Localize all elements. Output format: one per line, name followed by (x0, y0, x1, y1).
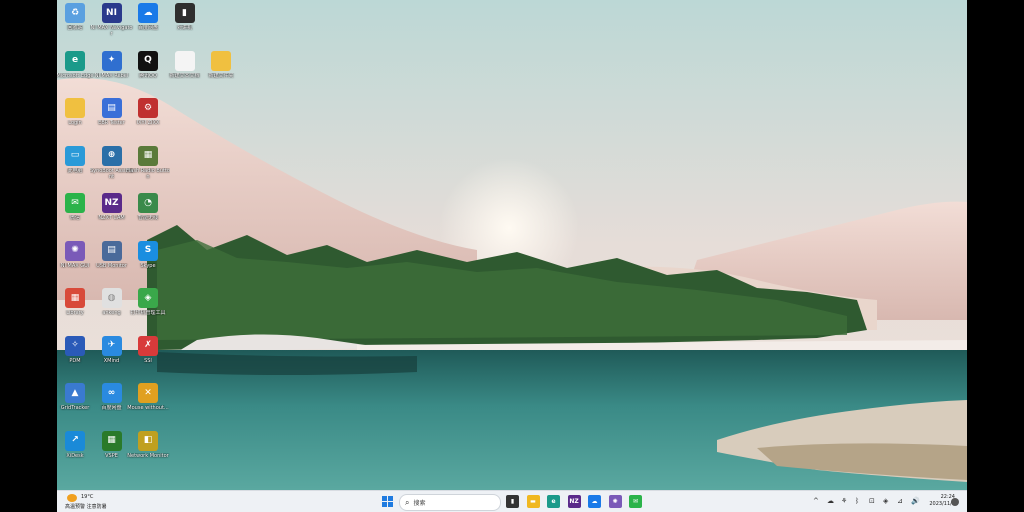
desktop-icons: ♻ 回收站 NI NI MAX Navigator ☁ 百度网盘 ▮ 对讲机 e Microsof… (57, 0, 967, 488)
app-icon: S (138, 240, 158, 261)
app-icon: ▭ (65, 145, 85, 166)
app-icon: ✗ (138, 335, 158, 356)
app-icon: ▲ (65, 383, 85, 403)
desktop-icon[interactable]: ⚙ IXYI ZIXX (128, 98, 168, 144)
app-icon: ♻ (65, 3, 85, 23)
wechat-icon[interactable]: ✉ (629, 495, 642, 508)
app-icon: ∞ (101, 383, 122, 403)
clock-time: 22:24 (940, 494, 955, 500)
security-icon[interactable]: ◈ (883, 497, 888, 506)
file-explorer-icon[interactable]: ▬ (526, 495, 540, 508)
desktop-icon[interactable]: ◧ Network Monitor (127, 430, 169, 477)
app-icon: NI (101, 3, 122, 23)
app-icon (65, 98, 85, 118)
desktop-icon-label: Skype (140, 262, 156, 269)
app-icon: ↗ (65, 430, 85, 451)
app-icon: ▦ (65, 288, 85, 308)
network-icon[interactable]: ⊿ (897, 497, 903, 506)
search-placeholder: 搜索 (413, 500, 426, 507)
desktop-icon[interactable]: 新建文件夹 (201, 50, 241, 97)
app-icon: ✈ (101, 335, 122, 356)
taskbar-clock[interactable]: 22:24 2023/11/9 (915, 494, 955, 508)
desktop-icon[interactable]: S Skype (128, 240, 168, 287)
app-icon: ⊕ (101, 145, 122, 166)
weather-widget[interactable]: 19°C 高温预警 注意防暑 (63, 493, 143, 511)
desktop-icon[interactable]: ✗ SSI (128, 335, 168, 382)
desktop-icon-label: 对讲机 (176, 25, 192, 31)
nzxt-icon[interactable]: NZ (567, 495, 581, 508)
app-icon: ◈ (138, 288, 158, 308)
app-icon: ◔ (138, 193, 158, 213)
notification-icon[interactable] (951, 498, 959, 506)
desktop-screen: ♻ 回收站 NI NI MAX Navigator ☁ 百度网盘 ▮ 对讲机 e Microsof… (57, 0, 967, 512)
taskbar-search-box[interactable]: ⌕ 搜索 (399, 494, 501, 511)
bluetooth-icon[interactable]: ᛒ (855, 497, 859, 506)
app-icon: ✕ (138, 383, 158, 403)
windows-logo-icon (382, 496, 393, 507)
search-icon: ⌕ (405, 497, 410, 507)
app-icon: ✺ (65, 240, 85, 261)
desktop-icon[interactable]: ▦ Flash Radio Button (126, 145, 170, 192)
tray-app-icon[interactable]: ⚘ (841, 497, 847, 506)
app-icon: ☁ (138, 3, 158, 23)
desktop-icon-label: IXYI ZIXX (136, 120, 160, 126)
app-icon: ✧ (65, 335, 85, 356)
desktop-icon[interactable]: ▮ 对讲机 (165, 3, 205, 49)
cloud-icon[interactable]: ☁ (827, 497, 834, 506)
windows-start-icon[interactable] (381, 495, 394, 508)
weather-description: 高温预警 注意防暑 (65, 504, 107, 510)
app-icon: ◧ (138, 430, 158, 451)
desktop-icon[interactable]: ◔ 智能无线 (128, 193, 168, 239)
desktop-icon-label: Mouse without... (127, 405, 169, 411)
app-icon: ✉ (65, 193, 85, 213)
desktop-icon-label: 智能无线 (137, 215, 158, 221)
app-icon (174, 50, 195, 71)
app-icon: ▤ (101, 98, 122, 118)
app-icon: ✦ (101, 50, 122, 71)
display-icon[interactable]: ⊡ (869, 497, 875, 506)
ni-max-icon[interactable]: ✺ (608, 495, 622, 508)
app-icon: ▮ (174, 3, 195, 23)
show-hidden-icons-icon[interactable]: ^ (813, 497, 819, 506)
app-icon: ⚙ (138, 98, 158, 118)
app-icon: ◍ (101, 288, 122, 308)
desktop-icon-label: 打印机管理工具 (130, 310, 166, 316)
desktop-icon[interactable]: ✕ Mouse without... (127, 383, 169, 429)
taskbar: 19°C 高温预警 注意防暑 ⌕ 搜索 22:24 2023/11/9 ▮ ▬ e N… (57, 490, 967, 512)
app-icon: NZ (101, 193, 122, 213)
weather-temperature: 19°C (81, 494, 94, 500)
app-icon (211, 50, 231, 71)
desktop-icon[interactable]: ◈ 打印机管理工具 (128, 288, 168, 334)
app-icon: ▦ (138, 145, 158, 166)
baidu-netdisk-icon[interactable]: ☁ (588, 495, 601, 508)
app-icon: ▦ (101, 430, 122, 451)
clock-date: 2023/11/9 (929, 501, 955, 507)
desktop-icon-label: Network Monitor (127, 452, 169, 459)
app-icon: Q (138, 50, 158, 71)
edge-icon[interactable]: e (547, 495, 560, 508)
desktop-icon-label: 新建文件夹 (208, 72, 234, 79)
desktop-icon-label: Flash Radio Button (126, 167, 170, 180)
weather-icon (67, 494, 77, 502)
volume-icon[interactable]: 🔊 (911, 497, 920, 506)
task-view-icon[interactable]: ▮ (506, 495, 519, 508)
app-icon: e (65, 50, 85, 71)
app-icon: ▤ (101, 240, 122, 261)
desktop-icon-label: SSI (144, 357, 152, 364)
